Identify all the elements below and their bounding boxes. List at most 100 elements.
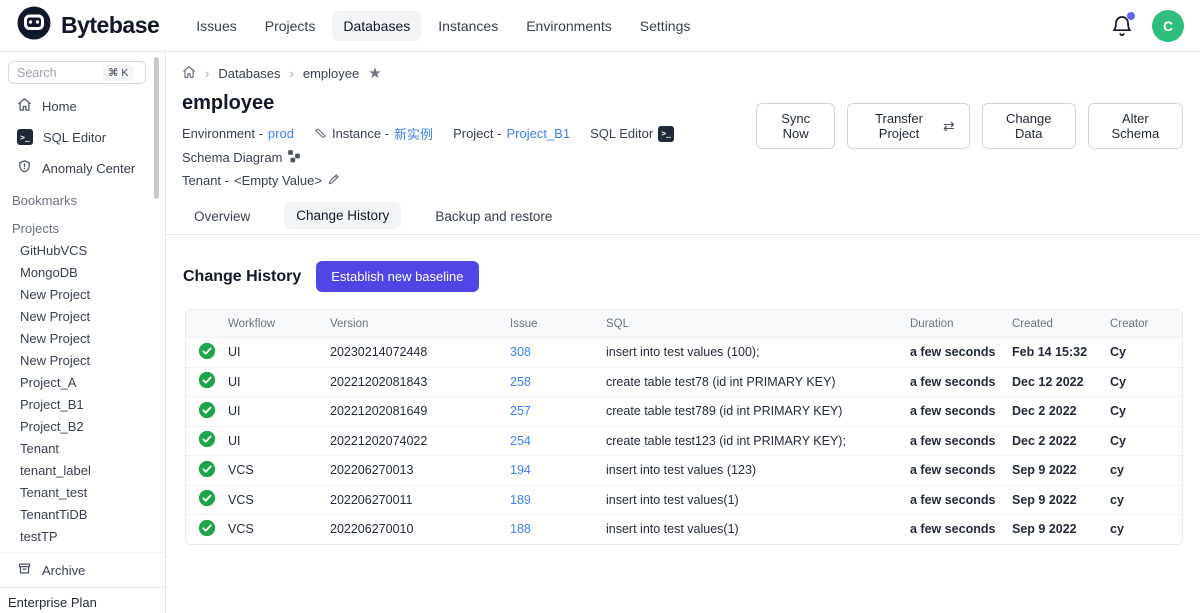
sidebar-item-anomaly-center[interactable]: Anomaly Center xyxy=(0,152,165,184)
schema-diagram-icon[interactable] xyxy=(287,149,301,166)
alter-schema-button[interactable]: Alter Schema xyxy=(1088,103,1183,149)
home-icon xyxy=(17,97,32,115)
workflow-cell: VCS xyxy=(228,493,330,507)
bytebase-logo-icon xyxy=(16,5,52,46)
user-avatar[interactable]: C xyxy=(1152,10,1184,42)
tab-overview[interactable]: Overview xyxy=(182,203,262,233)
archive-icon xyxy=(17,561,32,579)
sql-editor-icon[interactable]: >_ xyxy=(658,126,674,142)
issue-link[interactable]: 188 xyxy=(510,522,531,536)
search-box[interactable]: ⌘ K xyxy=(8,61,146,84)
change-data-button[interactable]: Change Data xyxy=(982,103,1076,149)
table-row[interactable]: UI 20221202074022 254 create table test1… xyxy=(186,426,1182,456)
sidebar-project-tenant-label[interactable]: tenant_label xyxy=(0,460,165,482)
sidebar-project-project-b1[interactable]: Project_B1 xyxy=(0,394,165,416)
duration-cell: a few seconds xyxy=(910,522,1012,536)
sidebar: ⌘ K Home >_ SQL Editor Anomaly Center Bo… xyxy=(0,52,166,613)
table-row[interactable]: UI 20221202081843 258 create table test7… xyxy=(186,367,1182,397)
edit-pencil-icon[interactable] xyxy=(327,172,341,189)
issue-cell: 189 xyxy=(510,493,606,507)
sql-cell: insert into test values (100); xyxy=(606,345,910,359)
issue-link[interactable]: 257 xyxy=(510,404,531,418)
sidebar-item-home[interactable]: Home xyxy=(0,90,165,122)
tenant-value: <Empty Value> xyxy=(234,173,322,188)
project-link[interactable]: Project_B1 xyxy=(506,126,570,141)
sidebar-project-project-a[interactable]: Project_A xyxy=(0,372,165,394)
sidebar-scrollbar-thumb[interactable] xyxy=(154,57,159,199)
issue-link[interactable]: 254 xyxy=(510,434,531,448)
issue-link[interactable]: 189 xyxy=(510,493,531,507)
table-row[interactable]: UI 20230214072448 308 insert into test v… xyxy=(186,337,1182,367)
bytebase-logo[interactable]: Bytebase xyxy=(16,5,159,46)
version-cell: 202206270013 xyxy=(330,463,510,477)
success-check-icon xyxy=(198,371,216,392)
table-row[interactable]: VCS 202206270011 189 insert into test va… xyxy=(186,485,1182,515)
sidebar-item-sql-editor[interactable]: >_ SQL Editor xyxy=(0,122,165,152)
table-header-row: Workflow Version Issue SQL Duration Crea… xyxy=(186,310,1182,337)
nav-instances[interactable]: Instances xyxy=(427,11,509,41)
establish-new-baseline-button[interactable]: Establish new baseline xyxy=(316,261,478,292)
sidebar-project-project-b2[interactable]: Project_B2 xyxy=(0,416,165,438)
nav-issues[interactable]: Issues xyxy=(185,11,247,41)
sidebar-project-tenant-test[interactable]: Tenant_test xyxy=(0,482,165,504)
tab-backup-and-restore[interactable]: Backup and restore xyxy=(423,203,564,233)
search-input[interactable] xyxy=(17,66,99,80)
sql-cell: insert into test values(1) xyxy=(606,493,910,507)
created-cell: Feb 14 15:32 xyxy=(1012,345,1110,359)
duration-cell: a few seconds xyxy=(910,404,1012,418)
creator-cell: Cy xyxy=(1110,345,1182,359)
nav-projects[interactable]: Projects xyxy=(254,11,327,41)
change-history-section-header: Change History Establish new baseline xyxy=(166,235,1200,292)
breadcrumb-home-icon[interactable] xyxy=(182,65,196,82)
instance-link[interactable]: 新实例 xyxy=(394,124,433,143)
duration-cell: a few seconds xyxy=(910,375,1012,389)
created-cell: Dec 12 2022 xyxy=(1012,375,1110,389)
sidebar-project-tenant[interactable]: Tenant xyxy=(0,438,165,460)
sync-now-button[interactable]: Sync Now xyxy=(756,103,835,149)
nav-databases[interactable]: Databases xyxy=(332,11,421,41)
creator-cell: Cy xyxy=(1110,404,1182,418)
issue-cell: 258 xyxy=(510,375,606,389)
sidebar-project-new-project-1[interactable]: New Project xyxy=(0,284,165,306)
sidebar-project-githubvcs[interactable]: GitHubVCS xyxy=(0,240,165,262)
table-row[interactable]: UI 20221202081649 257 create table test7… xyxy=(186,396,1182,426)
issue-link[interactable]: 308 xyxy=(510,345,531,359)
database-tabs: Overview Change History Backup and resto… xyxy=(166,189,1200,235)
issue-link[interactable]: 194 xyxy=(510,463,531,477)
issue-cell: 257 xyxy=(510,404,606,418)
transfer-project-button[interactable]: Transfer Project ⇄ xyxy=(847,103,970,149)
breadcrumb-databases[interactable]: Databases xyxy=(218,66,280,81)
database-actions: Sync Now Transfer Project ⇄ Change Data … xyxy=(756,103,1183,149)
status-cell xyxy=(186,371,228,392)
status-cell xyxy=(186,430,228,451)
issue-link[interactable]: 258 xyxy=(510,375,531,389)
button-label: Alter Schema xyxy=(1103,111,1168,141)
sidebar-project-tenanttidb[interactable]: TenantTiDB xyxy=(0,504,165,526)
page-header-left: employee Environment - prod Instance - 新… xyxy=(182,92,756,189)
sidebar-project-new-project-2[interactable]: New Project xyxy=(0,306,165,328)
instance-label: Instance - xyxy=(332,126,389,141)
sidebar-bottom: Archive Enterprise Plan xyxy=(0,552,165,613)
database-meta-line-1: Environment - prod Instance - 新实例 Projec… xyxy=(182,124,756,166)
bookmark-star-icon[interactable]: ★ xyxy=(368,67,381,80)
table-row[interactable]: VCS 202206270010 188 insert into test va… xyxy=(186,514,1182,544)
creator-cell: cy xyxy=(1110,493,1182,507)
sidebar-project-new-project-3[interactable]: New Project xyxy=(0,328,165,350)
breadcrumb-separator: › xyxy=(290,66,294,81)
table-row[interactable]: VCS 202206270013 194 insert into test va… xyxy=(186,455,1182,485)
sidebar-project-testtp[interactable]: testTP xyxy=(0,526,165,548)
workflow-cell: UI xyxy=(228,434,330,448)
notifications-bell-icon[interactable] xyxy=(1110,14,1134,38)
environment-link[interactable]: prod xyxy=(268,126,294,141)
sidebar-project-new-project-4[interactable]: New Project xyxy=(0,350,165,372)
brand-name: Bytebase xyxy=(61,12,159,39)
table-body: UI 20230214072448 308 insert into test v… xyxy=(186,337,1182,544)
tab-change-history[interactable]: Change History xyxy=(284,202,401,229)
sidebar-item-label: SQL Editor xyxy=(43,130,106,145)
sql-cell: insert into test values(1) xyxy=(606,522,910,536)
nav-environments[interactable]: Environments xyxy=(515,11,623,41)
workflow-cell: UI xyxy=(228,375,330,389)
sidebar-project-mongodb[interactable]: MongoDB xyxy=(0,262,165,284)
nav-settings[interactable]: Settings xyxy=(629,11,702,41)
sidebar-item-archive[interactable]: Archive xyxy=(0,552,165,587)
